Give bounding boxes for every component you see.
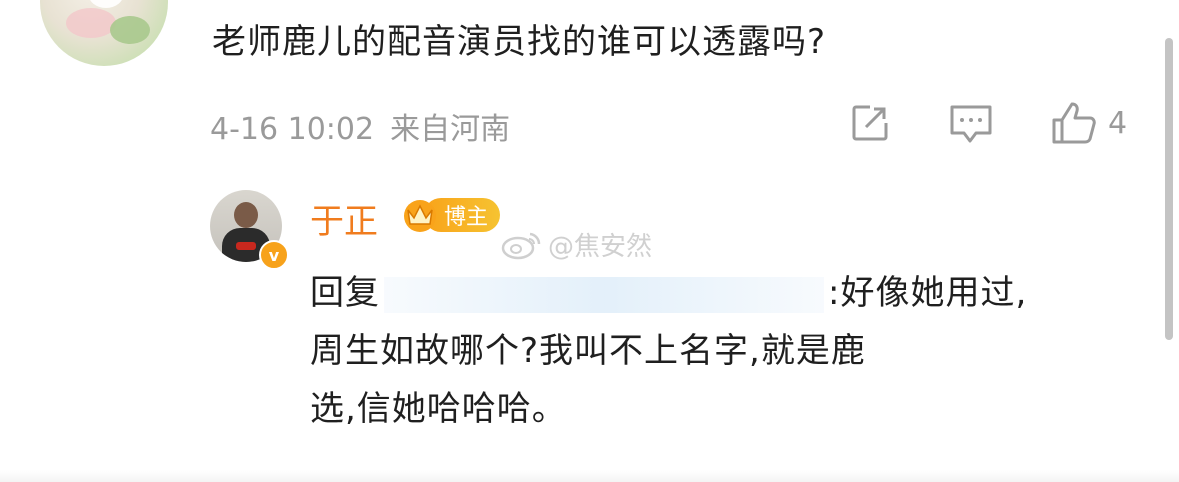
reply-content: 回复 :好像她用过, 周生如故哪个?我叫不上名字,就是鹿 选,信她哈哈哈。 bbox=[310, 264, 1110, 438]
commenter-avatar[interactable] bbox=[40, 0, 168, 66]
bottom-divider bbox=[0, 470, 1179, 482]
reply-author-name[interactable]: 于正 bbox=[310, 194, 378, 243]
avatar-art bbox=[110, 16, 150, 44]
comment-text: 老师鹿儿的配音演员找的谁可以透露吗? bbox=[212, 22, 827, 62]
reply-line-1: 回复 :好像她用过, bbox=[310, 264, 1110, 322]
avatar-art bbox=[234, 202, 258, 228]
comment-location: 来自河南 bbox=[390, 112, 511, 147]
thumbs-up-icon bbox=[1052, 102, 1096, 144]
reply-line-2: 周生如故哪个?我叫不上名字,就是鹿 bbox=[310, 331, 866, 371]
comment-date: 4-16 10:02 bbox=[210, 112, 375, 147]
avatar-art bbox=[66, 8, 116, 38]
weibo-logo-icon bbox=[501, 232, 541, 259]
weibo-watermark: @焦安然 bbox=[500, 226, 652, 263]
crown-icon bbox=[404, 200, 436, 232]
share-button[interactable] bbox=[848, 100, 892, 146]
reply-button[interactable] bbox=[948, 100, 994, 146]
comment-icon bbox=[950, 105, 992, 143]
comment-meta: 4-16 10:02 来自河南 bbox=[210, 104, 510, 148]
watermark-text: @焦安然 bbox=[548, 232, 653, 262]
reply-line-3: 选,信她哈哈哈。 bbox=[310, 389, 567, 429]
redacted-username bbox=[384, 276, 824, 313]
like-count: 4 bbox=[1108, 105, 1128, 141]
scrollbar[interactable] bbox=[1165, 38, 1173, 340]
reply-prefix: 回复 bbox=[310, 273, 380, 313]
share-icon bbox=[852, 105, 888, 141]
avatar-art bbox=[88, 0, 124, 8]
reply-line-1-text: :好像她用过, bbox=[828, 273, 1028, 313]
verified-icon: v bbox=[259, 240, 289, 270]
like-button[interactable]: 4 bbox=[1050, 100, 1127, 146]
avatar-art bbox=[236, 242, 256, 250]
